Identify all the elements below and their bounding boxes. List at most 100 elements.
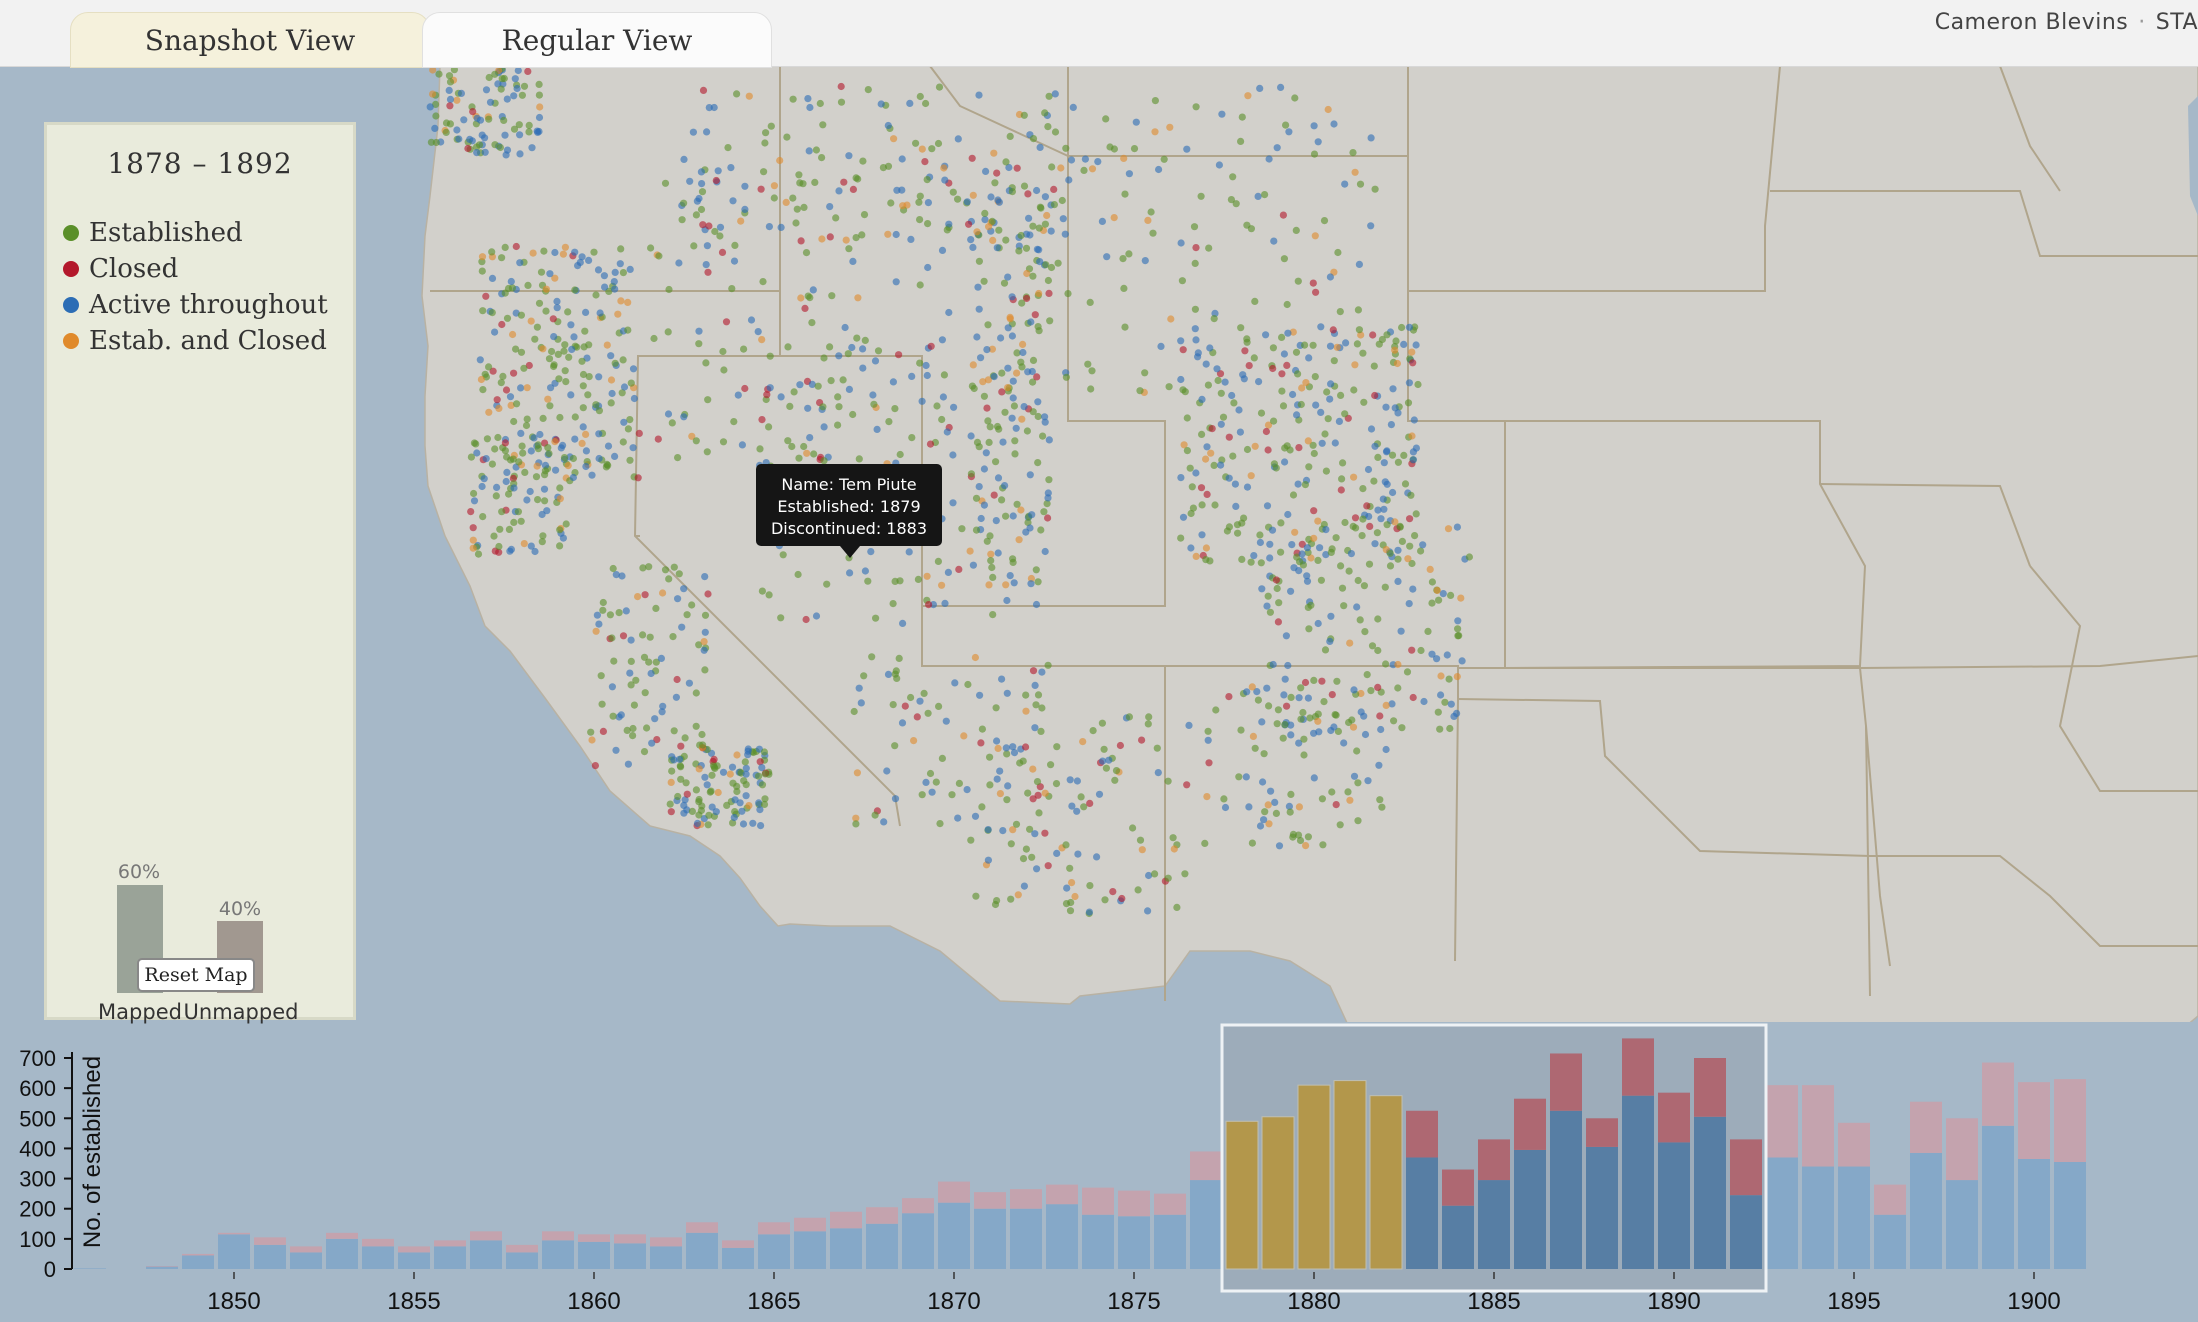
bar-active — [974, 1208, 1006, 1269]
post-office-dot — [837, 82, 845, 91]
reset-map-button[interactable]: Reset Map — [137, 958, 255, 992]
post-office-dot — [740, 345, 748, 353]
post-office-dot — [496, 525, 504, 533]
post-office-dot — [1204, 736, 1212, 744]
post-office-dot — [1414, 380, 1422, 389]
post-office-dot — [970, 384, 978, 393]
post-office-dot — [1349, 149, 1357, 157]
post-office-dot — [889, 378, 898, 386]
post-office-dot — [1239, 371, 1247, 379]
post-office-dot — [1034, 791, 1042, 799]
x-tick-label: 1880 — [1287, 1288, 1340, 1315]
post-office-dot — [470, 489, 478, 498]
post-office-dot — [982, 449, 990, 457]
post-office-dot — [1206, 344, 1214, 352]
post-office-dot — [729, 197, 737, 205]
post-office-dot — [1275, 842, 1284, 850]
post-office-dot — [916, 92, 924, 101]
post-office-dot — [1299, 561, 1307, 569]
post-office-dot — [1132, 118, 1140, 126]
post-office-dot — [1029, 667, 1038, 675]
post-office-dot — [604, 442, 613, 450]
post-office-dot — [869, 391, 877, 399]
post-office-dot — [984, 856, 993, 864]
post-office-dot — [760, 748, 769, 756]
post-office-dot — [1447, 591, 1455, 600]
post-office-dot — [1155, 165, 1163, 174]
post-office-dot — [755, 772, 763, 780]
tab-snapshot-view[interactable]: Snapshot View — [70, 12, 430, 68]
post-office-dot — [1310, 676, 1318, 685]
post-office-dot — [949, 188, 957, 196]
post-office-dot — [1098, 719, 1106, 727]
post-office-dot — [1326, 637, 1334, 646]
time-brush[interactable] — [1220, 1023, 1768, 1293]
post-office-dot — [720, 366, 728, 374]
post-office-dot — [503, 95, 511, 103]
post-office-dot — [453, 126, 461, 134]
post-office-dot — [561, 341, 569, 349]
post-office-dot — [975, 305, 983, 313]
post-office-dot — [1327, 380, 1335, 388]
post-office-dot — [728, 763, 737, 771]
tab-regular-view[interactable]: Regular View — [422, 12, 772, 68]
post-office-dot — [1019, 340, 1027, 348]
post-office-dot — [1428, 650, 1436, 658]
post-office-dot — [1271, 798, 1279, 807]
post-office-dot — [506, 393, 515, 401]
y-tick-label: 300 — [19, 1167, 56, 1192]
post-office-dot — [1041, 547, 1049, 556]
post-office-dot — [705, 222, 713, 230]
post-office-dot — [1273, 584, 1281, 593]
post-office-dot — [1358, 532, 1366, 540]
post-office-dot — [491, 328, 499, 336]
post-office-dot — [603, 341, 611, 349]
post-office-dot — [1099, 757, 1107, 765]
post-office-dot — [802, 615, 810, 624]
post-office-dot — [686, 177, 694, 185]
post-office-dot — [891, 795, 900, 803]
post-office-dot — [698, 188, 707, 196]
author-name[interactable]: Cameron Blevins — [1935, 10, 2129, 35]
post-office-dot — [703, 242, 712, 250]
post-office-dot — [1383, 480, 1391, 488]
post-office-dot — [596, 309, 604, 317]
post-office-dot — [478, 131, 486, 139]
post-office-dot — [1455, 632, 1463, 640]
post-office-dot — [590, 248, 598, 256]
post-office-dot — [651, 715, 659, 723]
post-office-dot — [1403, 668, 1412, 676]
snapshot-panel: 1878 – 1892 Established Closed Active th… — [44, 122, 356, 1024]
separator: · — [2138, 10, 2146, 35]
post-office-dot — [617, 297, 625, 305]
post-office-dot — [934, 139, 943, 148]
post-office-dot — [918, 791, 926, 799]
post-office-dot — [1245, 803, 1253, 811]
post-office-dot — [1269, 364, 1277, 373]
post-office-dot — [1243, 445, 1252, 454]
post-office-dot — [1309, 341, 1317, 349]
post-office-dot — [971, 653, 980, 662]
post-office-dot — [1238, 555, 1246, 563]
post-office-dot — [1256, 822, 1265, 830]
post-office-dot — [1221, 803, 1230, 812]
bar-closed — [1046, 1184, 1078, 1205]
author-extra[interactable]: STA — [2156, 10, 2198, 35]
bar-active — [1046, 1204, 1078, 1269]
post-office-dot — [1050, 185, 1058, 193]
post-office-dot — [739, 820, 748, 828]
post-office-dot — [1110, 145, 1118, 153]
post-office-dot — [610, 657, 618, 665]
established-histogram[interactable]: 01002003004005006007001850 1855 1860 1865 18… — [0, 1022, 2198, 1322]
post-office-dot — [978, 803, 986, 811]
post-office-dot — [1000, 279, 1009, 287]
post-office-dot — [647, 669, 655, 678]
post-office-dot — [948, 791, 956, 799]
post-office-dot — [1151, 128, 1159, 136]
post-office-dot — [1022, 743, 1030, 751]
post-office-dot — [1009, 377, 1017, 385]
post-office-dot — [1320, 698, 1328, 706]
post-office-dot — [488, 460, 496, 468]
post-office-dot — [1029, 356, 1038, 364]
post-office-dot — [806, 103, 814, 112]
